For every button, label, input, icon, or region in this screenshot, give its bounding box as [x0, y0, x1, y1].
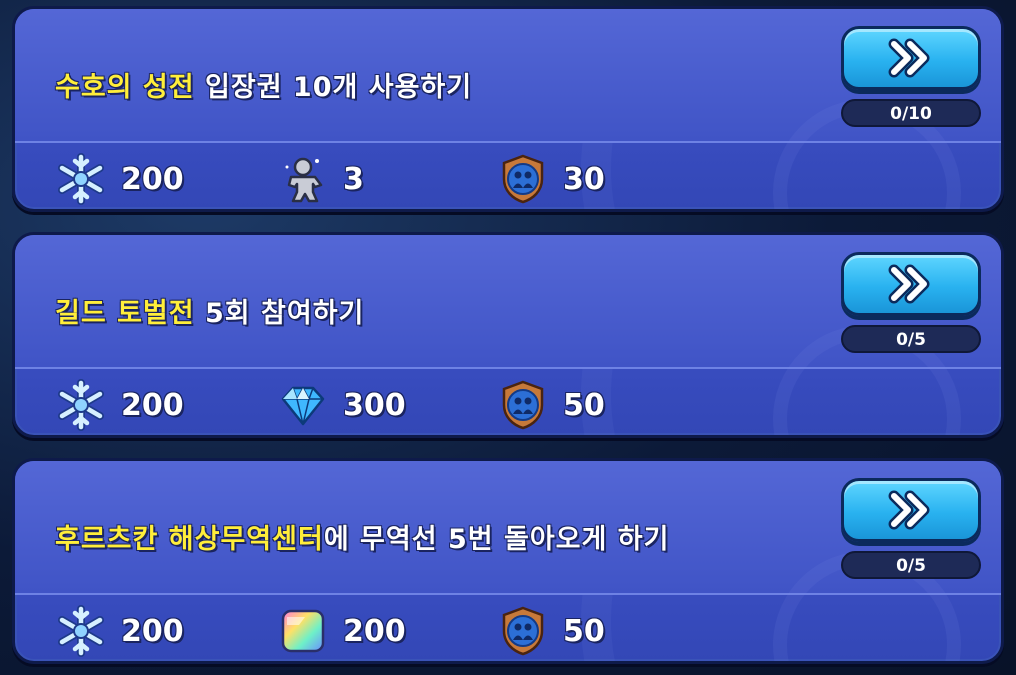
- progress-counter: 0/10: [841, 99, 981, 127]
- reward-amount: 300: [343, 387, 406, 423]
- snowflake-icon: [53, 151, 109, 207]
- reward-item: 300: [275, 375, 406, 435]
- quest-title: 후르츠칸 해상무역센터에 무역선 5번 돌아오게 하기: [55, 517, 669, 556]
- guild-emblem-icon: [495, 603, 551, 659]
- reward-item: 200: [53, 149, 184, 209]
- double-chevron-right-icon: [888, 264, 930, 304]
- quest-card: 후르츠칸 해상무역센터에 무역선 5번 돌아오게 하기 0/5 200 200 …: [12, 458, 1004, 664]
- quest-title-text: 5회 참여하기: [194, 298, 365, 329]
- reward-amount: 3: [343, 161, 364, 197]
- guild-emblem-icon: [495, 377, 551, 433]
- quest-title-text: 에 무역선 5번 돌아오게 하기: [323, 524, 670, 555]
- reward-amount: 30: [563, 161, 605, 197]
- go-button[interactable]: [841, 252, 981, 316]
- reward-amount: 200: [121, 387, 184, 423]
- double-chevron-right-icon: [888, 38, 930, 78]
- guild-emblem-icon: [495, 151, 551, 207]
- reward-amount: 200: [121, 613, 184, 649]
- quest-title-highlight: 길드 토벌전: [55, 298, 195, 329]
- reward-item: 3: [275, 149, 364, 209]
- rainbow-cube-icon: [275, 603, 331, 659]
- crystal-icon: [275, 377, 331, 433]
- progress-counter: 0/5: [841, 325, 981, 353]
- double-chevron-right-icon: [888, 490, 930, 530]
- reward-list: 200 200 50: [53, 601, 1001, 661]
- quest-title: 길드 토벌전 5회 참여하기: [55, 291, 364, 330]
- reward-amount: 50: [563, 613, 605, 649]
- go-button[interactable]: [841, 478, 981, 542]
- quest-title-highlight: 후르츠칸 해상무역센터: [55, 524, 324, 555]
- reward-amount: 50: [563, 387, 605, 423]
- reward-item: 200: [275, 601, 406, 661]
- reward-item: 50: [495, 601, 605, 661]
- reward-item: 200: [53, 375, 184, 435]
- reward-item: 30: [495, 149, 605, 209]
- progress-counter: 0/5: [841, 551, 981, 579]
- reward-list: 200 300 50: [53, 375, 1001, 435]
- snowflake-icon: [53, 377, 109, 433]
- reward-amount: 200: [121, 161, 184, 197]
- reward-amount: 200: [343, 613, 406, 649]
- snowflake-icon: [53, 603, 109, 659]
- reward-item: 200: [53, 601, 184, 661]
- reward-list: 200 3 30: [53, 149, 1001, 209]
- quest-title-highlight: 수호의 성전: [55, 72, 195, 103]
- quest-title-text: 입장권 10개 사용하기: [194, 72, 473, 103]
- cookie-silhouette-icon: [275, 151, 331, 207]
- quest-card: 길드 토벌전 5회 참여하기 0/5 200 300 50: [12, 232, 1004, 438]
- reward-item: 50: [495, 375, 605, 435]
- go-button[interactable]: [841, 26, 981, 90]
- quest-card: 수호의 성전 입장권 10개 사용하기 0/10 200 3 30: [12, 6, 1004, 212]
- quest-title: 수호의 성전 입장권 10개 사용하기: [55, 65, 472, 104]
